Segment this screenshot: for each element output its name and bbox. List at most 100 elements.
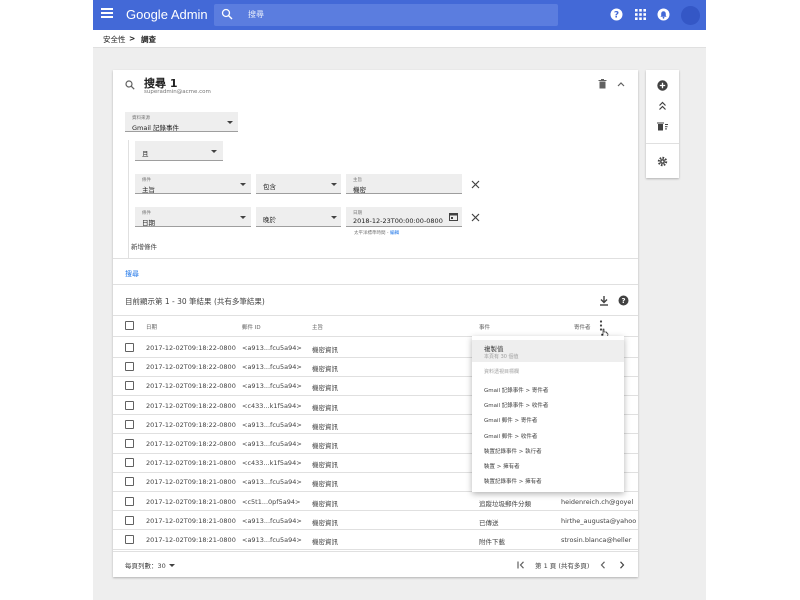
notifications-icon[interactable] — [657, 8, 670, 21]
settings-icon[interactable] — [657, 156, 668, 167]
rows-per-page-value: 每頁列數：30 — [125, 562, 166, 570]
cell-date: 2017-12-02T09:18:21-0800 — [146, 478, 236, 487]
row-checkbox[interactable] — [125, 419, 134, 429]
condition-operator-select[interactable]: 晚於 — [256, 207, 341, 227]
chevron-down-icon — [331, 183, 337, 186]
row-checkbox[interactable] — [125, 343, 134, 352]
menu-icon[interactable] — [101, 8, 113, 20]
search-button[interactable]: 搜尋 — [125, 269, 139, 279]
data-source-value: Gmail 記錄事件 — [132, 124, 180, 132]
pivot-menu-item[interactable]: 裝置記錄事件 > 執行者 — [484, 447, 542, 455]
close-icon[interactable] — [471, 180, 480, 189]
next-page-icon[interactable] — [619, 561, 625, 569]
operator-select[interactable]: 且 — [135, 141, 223, 161]
delete-icon[interactable] — [598, 79, 607, 89]
pivot-menu-item[interactable]: 裝置記錄事件 > 擁有者 — [484, 477, 542, 485]
pivot-menu-item[interactable]: Gmail 郵件 > 寄件者 — [484, 416, 537, 424]
cell-message-id: <a913...fcu5a94> — [242, 478, 302, 487]
apps-icon[interactable] — [634, 8, 647, 21]
copy-values-label: 複製值 — [484, 345, 504, 353]
column-header-message-id[interactable]: 郵件 ID — [242, 323, 261, 331]
data-source-select[interactable]: 資料來源 Gmail 記錄事件 — [125, 112, 238, 132]
search-icon — [221, 8, 233, 20]
pivot-menu-item[interactable]: Gmail 記錄事件 > 收件者 — [484, 401, 548, 409]
breadcrumb-security[interactable]: 安全性 — [103, 34, 126, 45]
date-field[interactable]: 日期 2018-12-23T00:00:00-0800 — [346, 207, 462, 227]
condition-operator-select[interactable]: 包含 — [256, 174, 341, 194]
cell-event: 已傳送 — [479, 518, 499, 527]
cell-subject: 機密資訊 — [312, 442, 338, 450]
select-all-checkbox[interactable] — [125, 321, 134, 330]
delete-all-icon[interactable] — [657, 121, 668, 131]
row-checkbox[interactable] — [125, 458, 134, 468]
cell-date: 2017-12-02T09:18:22-0800 — [146, 363, 236, 372]
breadcrumb: 安全性 > 調查 — [93, 30, 706, 48]
cell-date: 2017-12-02T09:18:21-0800 — [146, 536, 236, 544]
pivot-menu-item[interactable]: 裝置 > 擁有者 — [484, 462, 520, 470]
date-value: 2018-12-23T00:00:00-0800 — [353, 217, 443, 225]
search-input[interactable]: 搜尋 — [248, 9, 264, 20]
download-icon[interactable] — [599, 295, 609, 306]
chevron-down-icon — [168, 564, 175, 567]
collapse-all-icon[interactable] — [658, 101, 667, 111]
cell-subject: 機密資訊 — [312, 384, 338, 393]
cell-sender: strosin.blanca@heller — [561, 536, 632, 544]
date-label: 日期 — [353, 211, 362, 216]
breadcrumb-separator: > — [129, 34, 136, 43]
add-condition-button[interactable]: 新增條件 — [131, 241, 157, 251]
cell-subject: 機密資訊 — [312, 365, 338, 374]
breadcrumb-current: 調查 — [141, 35, 156, 44]
timezone-hint: 太平洋標準時間 - 編輯 — [354, 230, 399, 236]
row-checkbox[interactable] — [125, 477, 134, 487]
cell-date: 2017-12-02T09:18:22-0800 — [146, 344, 236, 352]
condition-attribute-select[interactable]: 條件 主旨 — [135, 174, 251, 194]
help-icon[interactable]: ? — [610, 8, 623, 21]
table-row[interactable]: 2017-12-02T09:18:21-0800 <c5t1...0pf5a94>… — [113, 492, 638, 512]
pivot-menu-item[interactable]: Gmail 郵件 > 收件者 — [484, 432, 537, 440]
rows-per-page-select[interactable]: 每頁列數：30 — [125, 560, 175, 570]
row-checkbox[interactable] — [125, 400, 134, 410]
column-header-sender[interactable]: 寄件者 — [574, 323, 591, 331]
cell-date: 2017-12-02T09:18:22-0800 — [146, 440, 236, 448]
condition-value: 機密 — [353, 186, 366, 194]
search-icon — [125, 80, 135, 90]
cell-subject: 機密資訊 — [312, 422, 338, 431]
calendar-icon[interactable] — [449, 212, 458, 221]
top-bar: Google Admin 搜尋 ? — [93, 0, 706, 30]
avatar[interactable] — [681, 6, 700, 25]
search-bar[interactable]: 搜尋 — [214, 4, 558, 26]
cell-date: 2017-12-02T09:18:21-0800 — [146, 497, 236, 506]
row-checkbox[interactable] — [125, 535, 134, 544]
close-icon[interactable] — [471, 213, 480, 222]
collapse-icon[interactable] — [617, 81, 625, 87]
first-page-icon[interactable] — [517, 561, 526, 569]
condition-value-field[interactable]: 主旨 機密 — [346, 174, 462, 194]
condition-operator-value: 包含 — [263, 183, 276, 191]
pivot-menu-item[interactable]: Gmail 記錄事件 > 寄件者 — [484, 386, 548, 394]
table-row[interactable]: 2017-12-02T09:18:21-0800 <a913...fcu5a94>… — [113, 530, 638, 550]
column-header-subject[interactable]: 主旨 — [312, 323, 323, 331]
app-brand[interactable]: Google Admin — [126, 7, 208, 22]
row-checkbox[interactable] — [125, 439, 134, 448]
edit-timezone-link[interactable]: 編輯 — [390, 231, 399, 236]
investigation-card: 搜尋 1 superadmin@acme.com 資料來源 Gmail 記錄事件… — [113, 70, 638, 577]
add-icon[interactable] — [657, 80, 668, 91]
chevron-down-icon — [211, 150, 217, 153]
copy-values-item[interactable]: 複製值 本頁有 30 個值 — [472, 340, 624, 362]
condition-attribute-select[interactable]: 條件 日期 — [135, 207, 251, 227]
prev-page-icon[interactable] — [600, 561, 606, 569]
column-header-event[interactable]: 事件 — [479, 323, 490, 331]
svg-text:?: ? — [614, 11, 619, 21]
help-icon[interactable]: ? — [618, 295, 629, 306]
cell-date: 2017-12-02T09:18:22-0800 — [146, 420, 236, 429]
cell-sender: hirthe_augusta@yahoo — [561, 516, 637, 525]
row-checkbox[interactable] — [125, 362, 134, 372]
row-checkbox[interactable] — [125, 496, 134, 506]
cell-subject: 機密資訊 — [312, 499, 338, 508]
column-header-date[interactable]: 日期 — [146, 323, 157, 331]
row-checkbox[interactable] — [125, 381, 134, 391]
cell-message-id: <a913...fcu5a94> — [242, 363, 302, 372]
cell-message-id: <a913...fcu5a94> — [242, 516, 302, 525]
row-checkbox[interactable] — [125, 515, 134, 525]
table-row[interactable]: 2017-12-02T09:18:21-0800 <a913...fcu5a94>… — [113, 511, 638, 531]
